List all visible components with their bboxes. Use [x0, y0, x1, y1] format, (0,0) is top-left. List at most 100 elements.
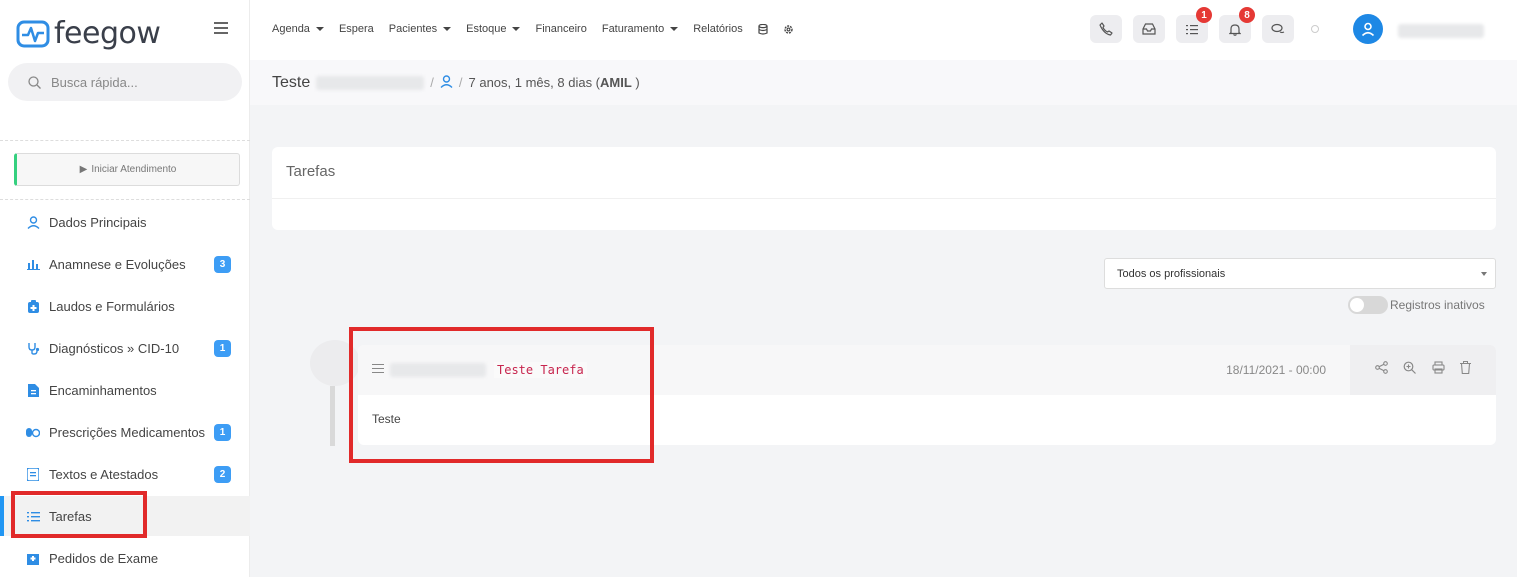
database-icon[interactable] [758, 23, 768, 35]
patient-name: Teste [272, 73, 311, 91]
inactive-records-toggle[interactable] [1348, 296, 1388, 314]
tasks-button[interactable]: 1 [1176, 7, 1212, 43]
highlight-box [11, 491, 147, 538]
chevron-down-icon [670, 27, 679, 31]
sidebar: feegow Busca rápida... ▶ Iniciar Atendim… [0, 0, 250, 577]
nav-faturamento[interactable]: Faturamento [601, 23, 679, 35]
sidebar-item-textos-atestados[interactable]: Textos e Atestados [0, 454, 250, 494]
sidebar-item-laudos[interactable]: Laudos e Formulários [0, 286, 250, 326]
sidebar-item-prescricoes[interactable]: Prescrições Medicamentos [0, 412, 250, 452]
notifications-count-badge: 8 [1239, 7, 1255, 23]
certificate-icon [26, 467, 40, 481]
breadcrumb-separator: / [430, 75, 434, 90]
nav-espera[interactable]: Espera [339, 23, 374, 35]
divider [0, 199, 250, 200]
nav-relatorios[interactable]: Relatórios [693, 23, 743, 35]
nav-estoque[interactable]: Estoque [466, 23, 521, 35]
count-badge: 1 [214, 340, 231, 357]
feegow-logo[interactable]: feegow [16, 16, 161, 51]
print-icon[interactable] [1432, 361, 1445, 379]
hospital-icon [26, 551, 40, 565]
avatar[interactable] [1353, 14, 1383, 44]
sidebar-item-pedidos-exame[interactable]: Pedidos de Exame [0, 538, 250, 577]
patient-age: 7 anos, 1 mês, 8 dias ( [468, 75, 601, 90]
search-placeholder: Busca rápida... [51, 74, 138, 90]
patient-plan: AMIL [600, 75, 632, 90]
sidebar-item-anamnese[interactable]: Anamnese e Evoluções [0, 244, 250, 284]
nav-pacientes[interactable]: Pacientes [388, 23, 452, 35]
sidebar-item-label: Pedidos de Exame [49, 550, 159, 566]
bell-icon [1229, 23, 1241, 36]
timeline-line [330, 386, 335, 446]
trash-icon[interactable] [1459, 361, 1471, 379]
tasks-list-icon [1186, 24, 1198, 34]
divider [0, 140, 250, 141]
sidebar-item-label: Anamnese e Evoluções [49, 256, 186, 272]
clipboard-icon [26, 299, 40, 313]
chevron-down-icon [315, 27, 324, 31]
sidebar-item-diagnosticos[interactable]: Diagnósticos » CID-10 [0, 328, 250, 368]
breadcrumb-separator: / [458, 75, 463, 90]
select-value: Todos os profissionais [1117, 267, 1226, 280]
chat-icon [1271, 23, 1285, 34]
chevron-down-icon [1481, 272, 1487, 276]
sidebar-item-encaminhamentos[interactable]: Encaminhamentos [0, 370, 250, 410]
nav-label: Relatórios [693, 23, 743, 35]
panel-title: Tarefas [272, 147, 1496, 199]
search-icon [28, 75, 41, 89]
inbox-button[interactable] [1133, 15, 1165, 43]
start-attendance-label: Iniciar Atendimento [91, 164, 177, 175]
start-attendance-button[interactable]: ▶ Iniciar Atendimento [14, 153, 240, 186]
inactive-records-toggle-row: Registros inativos [1348, 296, 1485, 314]
patient-info: 7 anos, 1 mês, 8 dias (AMIL ) [469, 75, 640, 90]
zoom-in-icon[interactable] [1403, 361, 1417, 379]
stethoscope-icon [26, 341, 40, 355]
inbox-icon [1142, 23, 1156, 35]
chevron-down-icon [512, 27, 521, 31]
nav-label: Agenda [272, 23, 310, 35]
chat-button[interactable] [1262, 15, 1294, 43]
toggle-label: Registros inativos [1390, 298, 1485, 312]
patient-profile-icon[interactable] [440, 74, 453, 91]
nav-agenda[interactable]: Agenda [272, 23, 324, 35]
user-icon [26, 215, 40, 229]
main-nav: Agenda Espera Pacientes Estoque Financei… [272, 23, 794, 35]
task-actions [1350, 345, 1496, 395]
chart-icon [26, 257, 40, 271]
menu-toggle-icon[interactable] [214, 22, 228, 34]
breadcrumb: Teste / / 7 anos, 1 mês, 8 dias (AMIL ) [250, 60, 1517, 105]
share-icon[interactable] [1375, 361, 1389, 379]
pills-icon [26, 425, 40, 439]
count-badge: 2 [214, 466, 231, 483]
document-icon [26, 383, 40, 397]
sidebar-item-label: Laudos e Formulários [49, 298, 175, 314]
play-icon: ▶ [79, 164, 88, 175]
sidebar-item-label: Dados Principais [49, 214, 147, 230]
professional-filter-select[interactable]: Todos os profissionais [1104, 258, 1496, 289]
logo-text: feegow [54, 16, 161, 51]
nav-label: Espera [338, 23, 374, 35]
sidebar-item-label: Diagnósticos » CID-10 [49, 340, 180, 356]
count-badge: 1 [214, 424, 231, 441]
sidebar-item-label: Textos e Atestados [49, 466, 159, 482]
gear-icon[interactable] [783, 24, 794, 35]
sidebar-item-dados-principais[interactable]: Dados Principais [0, 202, 250, 242]
quick-search[interactable]: Busca rápida... [8, 63, 242, 101]
tasks-count-badge: 1 [1196, 7, 1212, 23]
tasks-panel: Tarefas [272, 147, 1496, 230]
sidebar-item-label: Prescrições Medicamentos [49, 424, 206, 440]
topbar: Agenda Espera Pacientes Estoque Financei… [250, 0, 1517, 60]
phone-button[interactable] [1090, 15, 1122, 43]
phone-icon [1099, 22, 1113, 36]
patient-info-end: ) [631, 75, 640, 90]
nav-financeiro[interactable]: Financeiro [535, 23, 586, 35]
nav-label: Financeiro [535, 23, 587, 35]
user-name-redacted [1398, 24, 1484, 38]
user-icon [1361, 22, 1375, 37]
nav-label: Pacientes [388, 23, 438, 35]
count-badge: 3 [214, 256, 231, 273]
patient-surname-redacted [316, 75, 425, 90]
notifications-button[interactable]: 8 [1219, 7, 1255, 43]
nav-label: Faturamento [601, 23, 665, 35]
nav-label: Estoque [466, 23, 507, 35]
